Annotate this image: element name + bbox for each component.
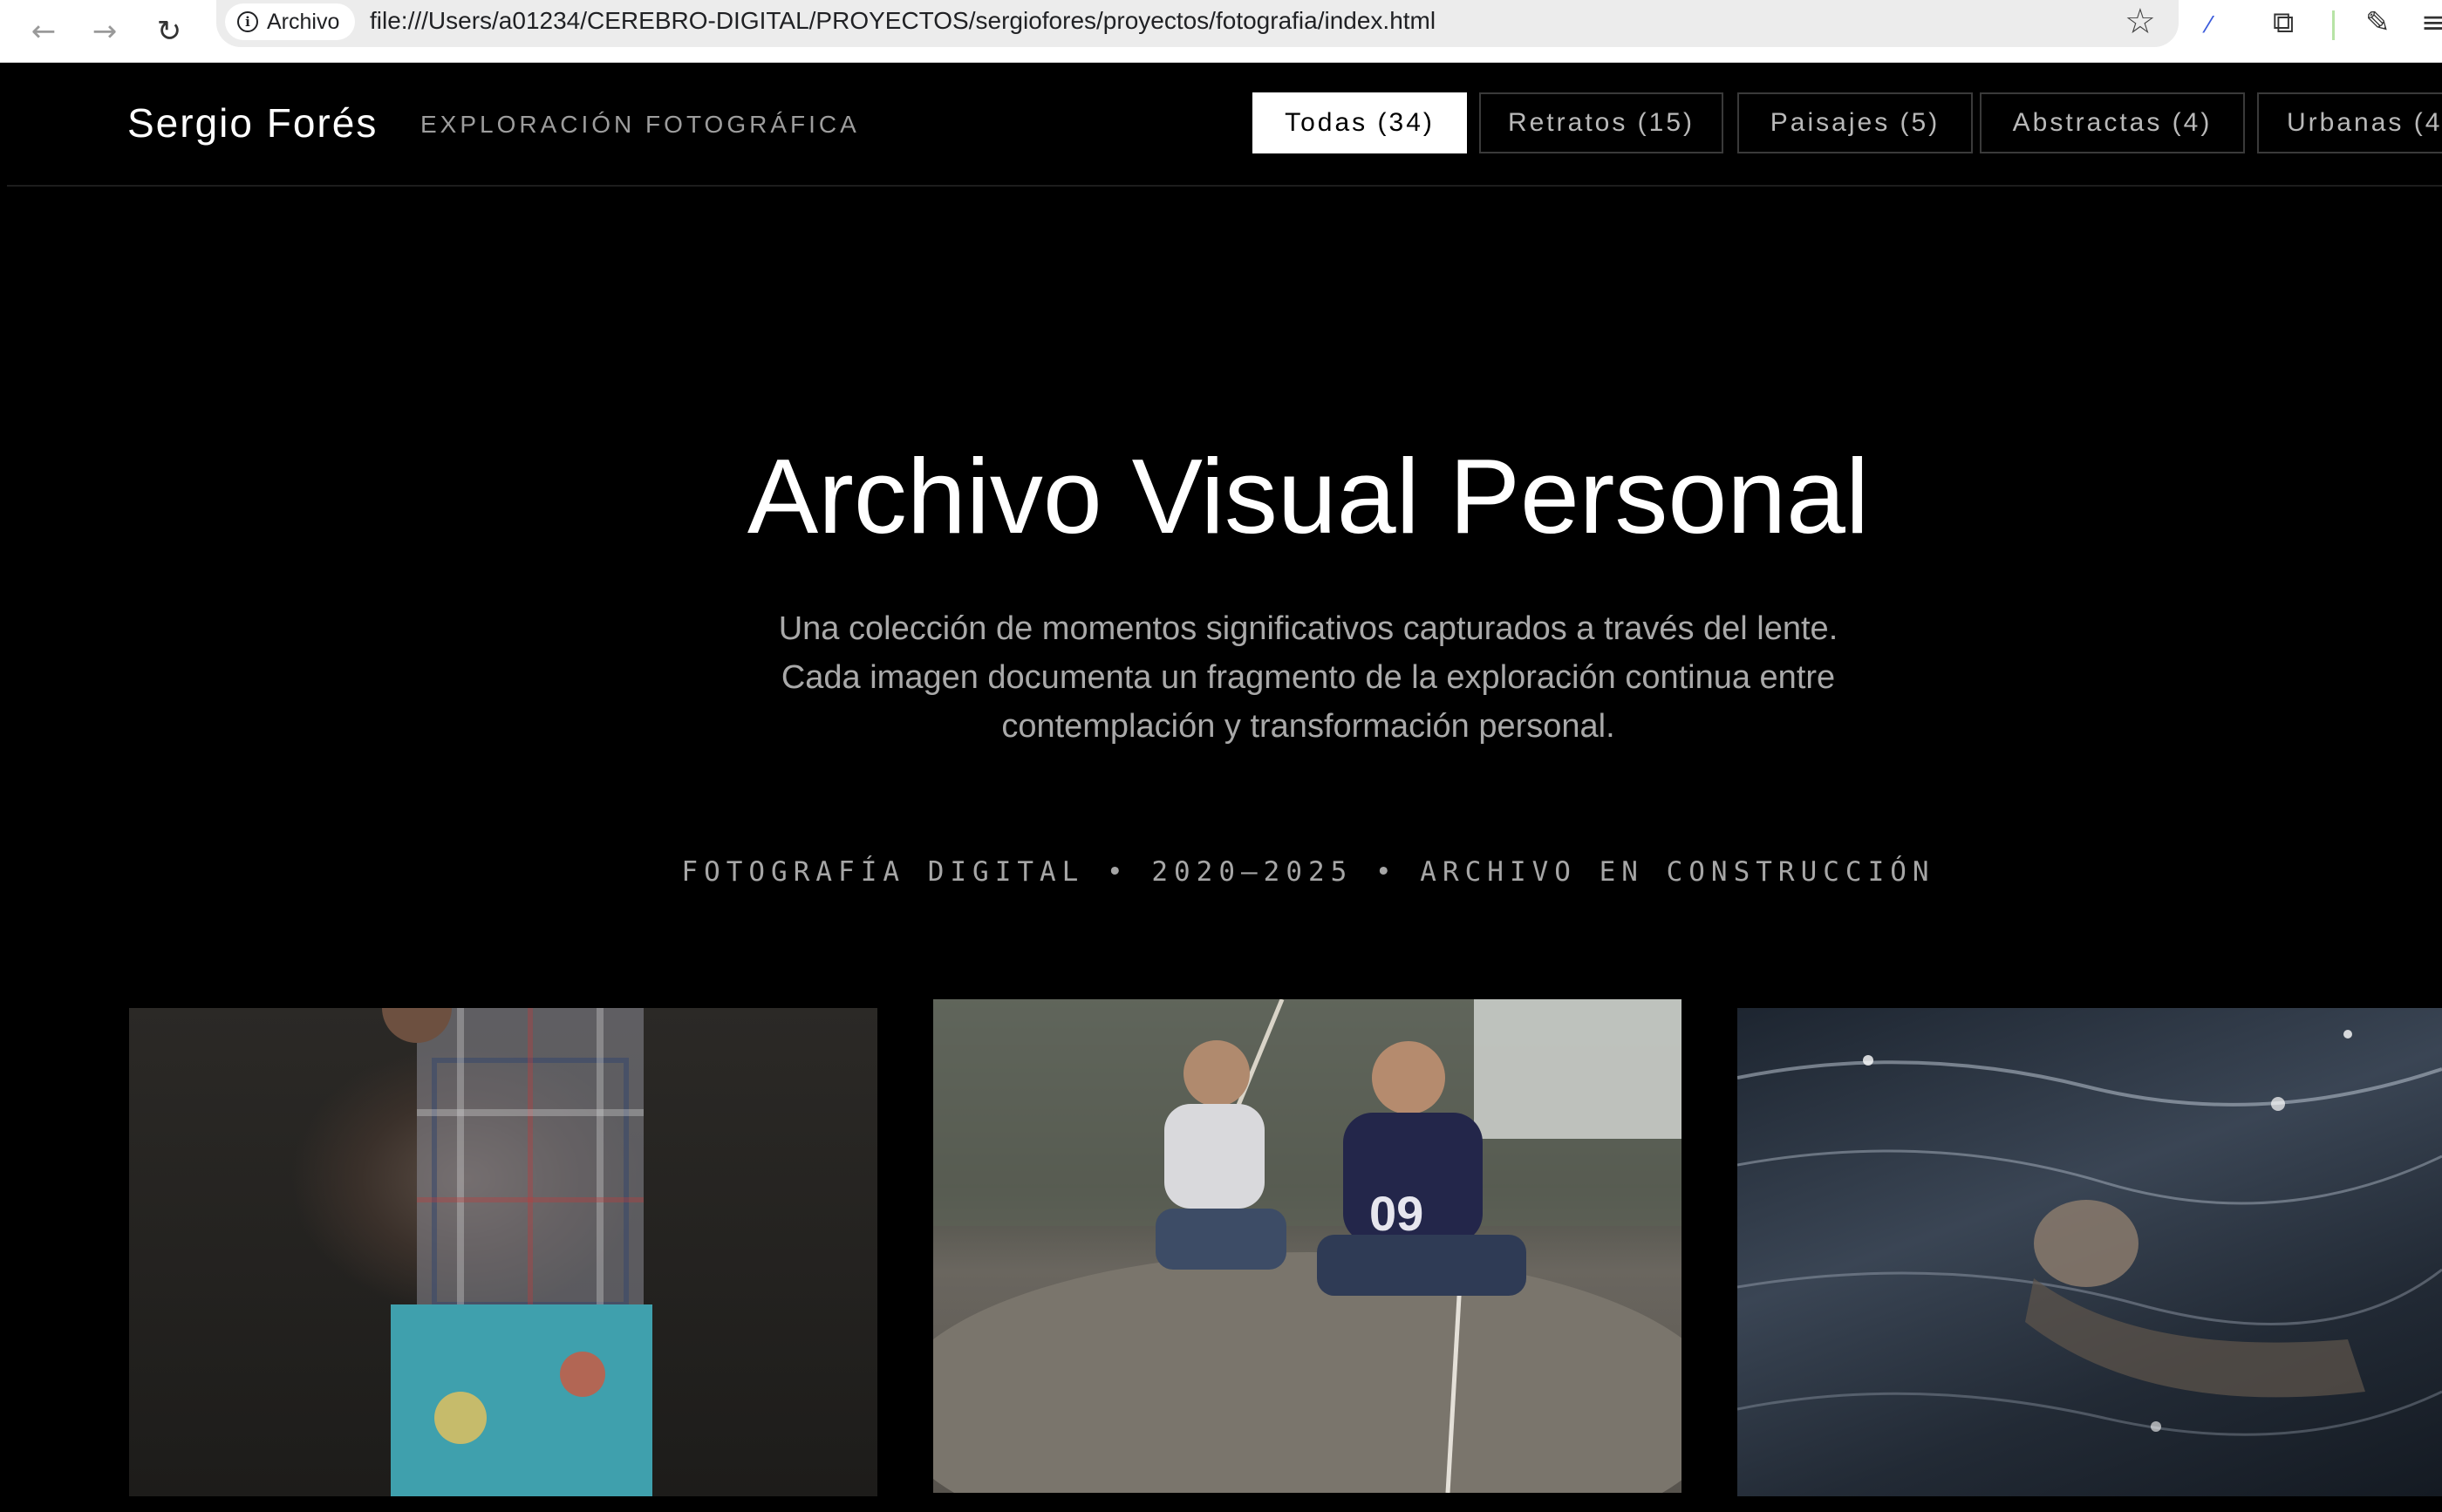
filter-abstractas-button[interactable]: Abstractas (4) bbox=[1980, 92, 2245, 153]
browser-toolbar: ← → ↻ i Archivo file:///Users/a01234/CER… bbox=[0, 0, 2442, 63]
site-info-chip[interactable]: i Archivo bbox=[225, 3, 356, 40]
filter-urbanas-button[interactable]: Urbanas (4 bbox=[2257, 92, 2442, 153]
reload-icon[interactable]: ↻ bbox=[143, 5, 195, 58]
gallery-photo[interactable] bbox=[1737, 1008, 2442, 1496]
photo-floating-water bbox=[1737, 1030, 2442, 1436]
gallery-photo[interactable] bbox=[129, 1008, 877, 1496]
bookmark-star-icon[interactable]: ☆ bbox=[2125, 2, 2156, 42]
hero-meta-line: FOTOGRAFÍA DIGITAL • 2020—2025 • ARCHIVO… bbox=[681, 856, 1935, 888]
svg-text:09: 09 bbox=[1369, 1186, 1423, 1241]
pen-extension-icon[interactable]: ⁄ bbox=[2207, 12, 2210, 38]
photo-boys-rock: 09 bbox=[933, 999, 1681, 1493]
brand-name[interactable]: Sergio Forés bbox=[127, 99, 378, 146]
gallery-photo[interactable]: 09 bbox=[933, 999, 1681, 1493]
extension-leaf-icon[interactable]: ✎ bbox=[2365, 5, 2391, 40]
filter-retratos-button[interactable]: Retratos (15) bbox=[1479, 92, 1723, 153]
photo-child-plaid bbox=[382, 1008, 652, 1496]
site-info-label: Archivo bbox=[267, 9, 340, 34]
forward-arrow-icon[interactable]: → bbox=[78, 5, 131, 58]
page-title-text: Archivo Visual Personal bbox=[747, 437, 1870, 555]
page-title: Archivo Visual Personal bbox=[747, 443, 1878, 549]
site-header: Sergio Forés EXPLORACIÓN FOTOGRÁFICA Tod… bbox=[7, 63, 2442, 187]
back-arrow-icon[interactable]: ← bbox=[17, 5, 70, 58]
puzzle-icon[interactable]: ⧉ bbox=[2273, 5, 2294, 40]
filter-paisajes-button[interactable]: Paisajes (5) bbox=[1737, 92, 1973, 153]
menu-icon[interactable]: ≡ bbox=[2421, 5, 2442, 40]
address-bar[interactable]: i Archivo file:///Users/a01234/CEREBRO-D… bbox=[216, 0, 2179, 47]
toolbar-divider bbox=[2332, 10, 2335, 40]
filter-todas-button[interactable]: Todas (34) bbox=[1252, 92, 1467, 153]
brand-tagline: EXPLORACIÓN FOTOGRÁFICA bbox=[420, 111, 860, 138]
url-text[interactable]: file:///Users/a01234/CEREBRO-DIGITAL/PRO… bbox=[370, 7, 1436, 35]
hero-description: Una colección de momentos significativos… bbox=[778, 610, 1838, 745]
info-icon: i bbox=[237, 11, 258, 32]
